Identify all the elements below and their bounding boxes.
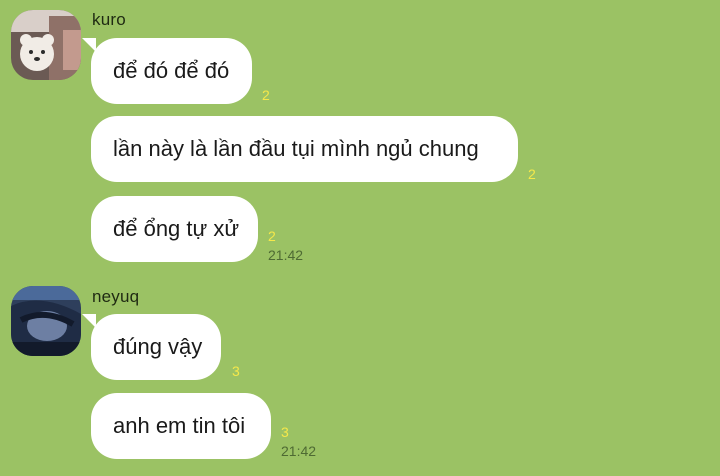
message-bubble[interactable]: để ổng tự xử [91, 196, 258, 262]
message-bubble[interactable]: đúng vậy [82, 314, 221, 380]
message-bubble[interactable]: anh em tin tôi [91, 393, 271, 459]
read-count: 3 [232, 363, 240, 379]
message-bubble[interactable]: để đó để đó [82, 38, 252, 104]
message-text: đúng vậy [113, 334, 203, 359]
avatar[interactable] [11, 10, 81, 80]
message-text: anh em tin tôi [113, 413, 246, 438]
read-count: 2 [268, 228, 276, 244]
message-timestamp: 21:42 [281, 443, 317, 459]
avatar-neyuq-photo [11, 286, 81, 356]
read-count: 2 [528, 166, 536, 182]
sender-name: kuro [92, 10, 126, 29]
read-count: 2 [262, 87, 270, 103]
message-text: lần này là lần đầu tụi mình ngủ chung [113, 136, 479, 161]
avatar[interactable] [11, 286, 81, 356]
avatar-kuro-photo [11, 10, 81, 80]
message-text: để đó để đó [113, 58, 230, 83]
message-bubble[interactable]: lần này là lần đầu tụi mình ngủ chung [91, 116, 518, 182]
message-timestamp: 21:42 [268, 247, 304, 263]
message-text: để ổng tự xử [113, 216, 240, 241]
bubble-tail [82, 38, 96, 52]
sender-name: neyuq [92, 287, 140, 306]
read-count: 3 [281, 424, 289, 440]
bubble-tail [82, 314, 96, 328]
